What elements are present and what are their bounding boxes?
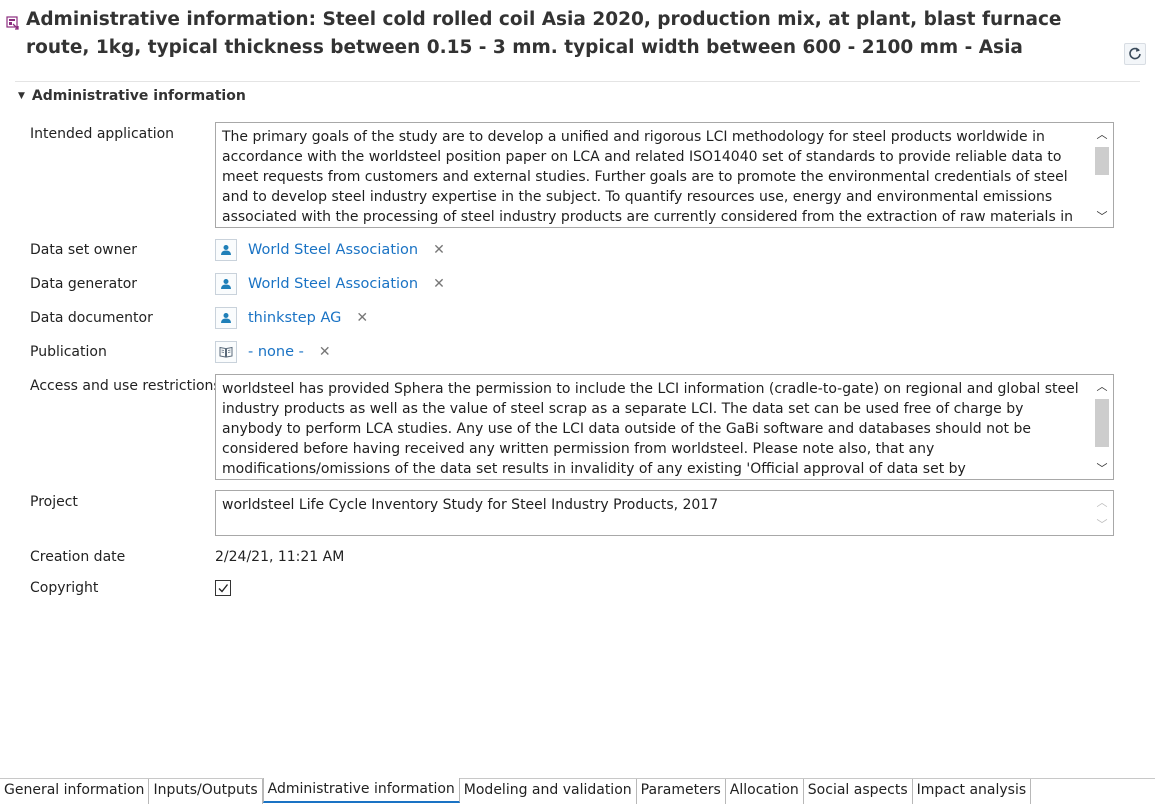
data-generator-label: Data generator [30, 276, 138, 292]
scroll-down-icon[interactable]: ﹀ [1091, 459, 1113, 477]
person-icon [215, 307, 237, 329]
book-icon [215, 341, 237, 363]
scroll-down-icon[interactable]: ﹀ [1091, 207, 1113, 225]
header-divider [15, 81, 1140, 82]
section-toggle-administrative[interactable]: ▼ Administrative information [18, 86, 246, 106]
copyright-label: Copyright [30, 580, 99, 596]
publication-link[interactable]: - none - [248, 344, 304, 360]
remove-data-generator-icon[interactable]: ✕ [433, 276, 445, 292]
intended-application-textarea[interactable]: The primary goals of the study are to de… [215, 122, 1114, 228]
tab-general-information[interactable]: General information [0, 779, 150, 804]
publication-label: Publication [30, 344, 107, 360]
data-generator-field: World Steel Association ✕ [215, 272, 445, 296]
process-icon [6, 15, 20, 30]
data-documentor-link[interactable]: thinkstep AG [248, 310, 341, 326]
tab-inputs-outputs[interactable]: Inputs/Outputs [149, 779, 263, 804]
access-restrictions-text: worldsteel has provided Sphera the permi… [222, 381, 1079, 477]
project-label: Project [30, 494, 78, 510]
project-textarea[interactable]: worldsteel Life Cycle Inventory Study fo… [215, 490, 1114, 536]
scroll-down-icon: ﹀ [1096, 518, 1108, 531]
scroll-up-icon: ︿ [1096, 496, 1108, 509]
data-set-owner-field: World Steel Association ✕ [215, 238, 445, 262]
tab-modeling-and-validation[interactable]: Modeling and validation [460, 779, 637, 804]
publication-field: - none - ✕ [215, 340, 331, 364]
tab-social-aspects[interactable]: Social aspects [804, 779, 913, 804]
project-scrollbar: ︿ ﹀ [1091, 491, 1113, 535]
person-icon [215, 273, 237, 295]
data-set-owner-label: Data set owner [30, 242, 137, 258]
editor-tabs: General information Inputs/Outputs Admin… [0, 778, 1155, 805]
section-title: Administrative information [31, 88, 246, 104]
access-restrictions-textarea[interactable]: worldsteel has provided Sphera the permi… [215, 374, 1114, 480]
project-text: worldsteel Life Cycle Inventory Study fo… [222, 497, 719, 513]
intended-application-scrollbar[interactable]: ︿ ﹀ [1091, 123, 1113, 227]
scroll-up-icon[interactable]: ︿ [1091, 125, 1113, 143]
intended-application-text: The primary goals of the study are to de… [222, 129, 1073, 225]
creation-date-value: 2/24/21, 11:21 AM [215, 549, 345, 565]
creation-date-label: Creation date [30, 549, 126, 565]
remove-publication-icon[interactable]: ✕ [319, 344, 331, 360]
person-icon [215, 239, 237, 261]
tab-parameters[interactable]: Parameters [637, 779, 726, 804]
remove-data-documentor-icon[interactable]: ✕ [356, 310, 368, 326]
tab-administrative-information[interactable]: Administrative information [262, 778, 460, 803]
tab-allocation[interactable]: Allocation [726, 779, 804, 804]
intended-application-label: Intended application [30, 126, 175, 142]
data-set-owner-link[interactable]: World Steel Association [248, 242, 418, 258]
scroll-up-icon[interactable]: ︿ [1091, 377, 1113, 395]
chevron-down-icon: ▼ [18, 91, 25, 101]
data-documentor-field: thinkstep AG ✕ [215, 306, 368, 330]
refresh-icon [1128, 45, 1142, 64]
scroll-thumb[interactable] [1095, 399, 1109, 447]
scroll-thumb[interactable] [1095, 147, 1109, 175]
tab-impact-analysis[interactable]: Impact analysis [913, 779, 1032, 804]
data-documentor-label: Data documentor [30, 310, 153, 326]
data-generator-link[interactable]: World Steel Association [248, 276, 418, 292]
page-title: Administrative information: Steel cold r… [26, 9, 1062, 58]
access-restrictions-label: Access and use restrictions [30, 378, 221, 394]
refresh-button[interactable] [1124, 43, 1146, 65]
access-restrictions-scrollbar[interactable]: ︿ ﹀ [1091, 375, 1113, 479]
copyright-checkbox[interactable] [215, 580, 231, 596]
remove-data-set-owner-icon[interactable]: ✕ [433, 242, 445, 258]
checkmark-icon [217, 579, 229, 598]
editor-header: Administrative information: Steel cold r… [0, 0, 1155, 82]
